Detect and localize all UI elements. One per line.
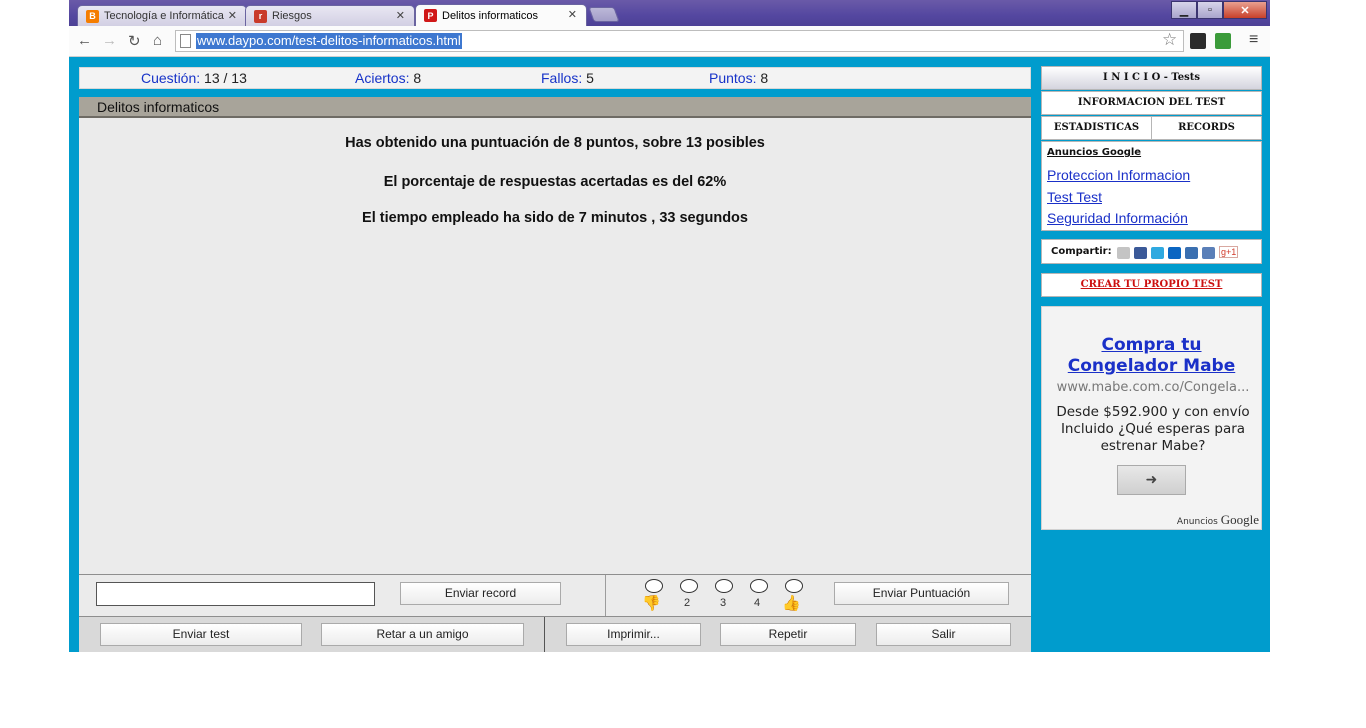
browser-toolbar: ← → ↻ ⌂ www.daypo.com/test-delitos-infor… bbox=[69, 26, 1270, 57]
rating-radio-4[interactable] bbox=[750, 579, 768, 593]
window-controls: ▁ ▫ ✕ bbox=[1171, 1, 1267, 19]
rating-radio-3[interactable] bbox=[715, 579, 733, 593]
score-text: Has obtenido una puntuación de 8 puntos,… bbox=[345, 135, 765, 151]
home-icon[interactable]: ⌂ bbox=[153, 32, 162, 49]
ad-links-box: Anuncios Google Proteccion Informacion T… bbox=[1041, 141, 1262, 231]
menu-icon[interactable]: ≡ bbox=[1249, 31, 1258, 49]
share-label: Compartir: bbox=[1051, 246, 1112, 257]
rating-radio-5[interactable] bbox=[785, 579, 803, 593]
time-text: El tiempo empleado ha sido de 7 minutos … bbox=[362, 210, 748, 226]
record-bar: Enviar record 👎 2 3 4 👍 Enviar Puntuació… bbox=[79, 574, 1031, 617]
ad-body: Desde $592.900 y con envío Incluido ¿Qué… bbox=[1056, 404, 1250, 454]
close-icon[interactable]: ✕ bbox=[228, 9, 237, 22]
challenge-friend-button[interactable]: Retar a un amigo bbox=[321, 623, 524, 646]
address-bar[interactable]: www.daypo.com/test-delitos-informaticos.… bbox=[175, 30, 1184, 52]
close-window-button[interactable]: ✕ bbox=[1223, 1, 1267, 19]
divider bbox=[544, 617, 545, 652]
points-stat: Puntos: 8 bbox=[709, 70, 769, 86]
share-icon[interactable] bbox=[1185, 247, 1198, 259]
google-plus-icon[interactable]: g+1 bbox=[1219, 246, 1239, 258]
tab-strip: B Tecnología e Informática ✕ r Riesgos ✕… bbox=[69, 0, 1270, 26]
facebook-icon[interactable] bbox=[1134, 247, 1147, 259]
stats-bar: Cuestión: 13 / 13 Aciertos: 8 Fallos: 5 … bbox=[79, 67, 1031, 89]
rating-number: 2 bbox=[684, 597, 691, 609]
extension-icon[interactable] bbox=[1190, 33, 1206, 49]
tab-title: Tecnología e Informática bbox=[104, 10, 224, 22]
home-tests-button[interactable]: I N I C I O - Tests bbox=[1041, 66, 1262, 90]
question-stat: Cuestión: 13 / 13 bbox=[141, 70, 247, 86]
rating-radio-2[interactable] bbox=[680, 579, 698, 593]
action-bar: Enviar test Retar a un amigo Imprimir...… bbox=[79, 616, 1031, 652]
back-icon[interactable]: ← bbox=[77, 32, 92, 49]
send-score-button[interactable]: Enviar Puntuación bbox=[834, 582, 1009, 605]
send-test-button[interactable]: Enviar test bbox=[100, 623, 302, 646]
print-button[interactable]: Imprimir... bbox=[566, 623, 701, 646]
statistics-button[interactable]: ESTADISTICAS bbox=[1041, 116, 1152, 140]
results-panel: Delitos informaticos Has obtenido una pu… bbox=[79, 97, 1031, 574]
fails-stat: Fallos: 5 bbox=[541, 70, 594, 86]
ad-link[interactable]: Seguridad Información bbox=[1047, 210, 1188, 226]
tab-tecnologia[interactable]: B Tecnología e Informática ✕ bbox=[77, 5, 247, 26]
reload-icon[interactable]: ↻ bbox=[128, 32, 141, 50]
tab-delitos[interactable]: P Delitos informaticos ✕ bbox=[415, 4, 587, 26]
records-button[interactable]: RECORDS bbox=[1151, 116, 1262, 140]
test-info-button[interactable]: INFORMACION DEL TEST bbox=[1041, 91, 1262, 115]
bookmark-star-icon[interactable]: ☆ bbox=[1162, 30, 1177, 50]
tab-title: Riesgos bbox=[272, 10, 312, 22]
ads-label[interactable]: Anuncios Google bbox=[1047, 147, 1141, 158]
rating-number: 4 bbox=[754, 597, 761, 609]
linkedin-icon[interactable] bbox=[1168, 247, 1181, 259]
share-box: Compartir: g+1 bbox=[1041, 239, 1262, 264]
record-name-input[interactable] bbox=[96, 582, 375, 606]
percentage-text: El porcentaje de respuestas acertadas es… bbox=[383, 174, 727, 190]
browser-window: B Tecnología e Informática ✕ r Riesgos ✕… bbox=[69, 0, 1270, 652]
page-icon bbox=[180, 34, 191, 48]
arrow-right-icon[interactable]: ➜ bbox=[1117, 465, 1186, 495]
repeat-button[interactable]: Repetir bbox=[720, 623, 856, 646]
thumbs-up-icon: 👍 bbox=[782, 595, 801, 612]
maximize-button[interactable]: ▫ bbox=[1197, 1, 1223, 19]
forward-icon[interactable]: → bbox=[102, 32, 117, 49]
blogger-icon: B bbox=[86, 9, 99, 23]
tab-title: Delitos informaticos bbox=[442, 9, 538, 22]
create-test-link[interactable]: CREAR TU PROPIO TEST bbox=[1081, 279, 1223, 290]
ad-url[interactable]: www.mabe.com.co/Congela... bbox=[1046, 380, 1260, 395]
rating-number: 3 bbox=[720, 597, 727, 609]
exit-button[interactable]: Salir bbox=[876, 623, 1011, 646]
panel-title: Delitos informaticos bbox=[79, 97, 1031, 118]
advertisement[interactable]: Compra tu Congelador Mabe www.mabe.com.c… bbox=[1041, 306, 1262, 530]
divider bbox=[605, 575, 606, 617]
ad-link[interactable]: Proteccion Informacion bbox=[1047, 167, 1190, 183]
riesgos-icon: r bbox=[254, 9, 267, 23]
thumbs-down-icon: 👎 bbox=[642, 595, 661, 612]
hits-stat: Aciertos: 8 bbox=[355, 70, 422, 86]
daypo-icon: P bbox=[424, 9, 437, 22]
url-text[interactable]: www.daypo.com/test-delitos-informaticos.… bbox=[196, 33, 462, 49]
new-tab-button[interactable] bbox=[588, 7, 620, 22]
minimize-button[interactable]: ▁ bbox=[1171, 1, 1197, 19]
close-icon[interactable]: ✕ bbox=[568, 8, 577, 21]
ad-footer[interactable]: Anuncios Google bbox=[1177, 512, 1259, 528]
create-test-box: CREAR TU PROPIO TEST bbox=[1041, 273, 1262, 297]
send-record-button[interactable]: Enviar record bbox=[400, 582, 561, 605]
share-icon[interactable] bbox=[1202, 247, 1215, 259]
extension-icon[interactable] bbox=[1215, 33, 1231, 49]
ad-title[interactable]: Compra tu Congelador Mabe bbox=[1042, 335, 1261, 377]
rating-radio-1[interactable] bbox=[645, 579, 663, 593]
twitter-icon[interactable] bbox=[1151, 247, 1164, 259]
close-icon[interactable]: ✕ bbox=[396, 9, 405, 22]
ad-link[interactable]: Test Test bbox=[1047, 189, 1102, 205]
email-icon[interactable] bbox=[1117, 247, 1130, 259]
tab-riesgos[interactable]: r Riesgos ✕ bbox=[245, 5, 415, 26]
